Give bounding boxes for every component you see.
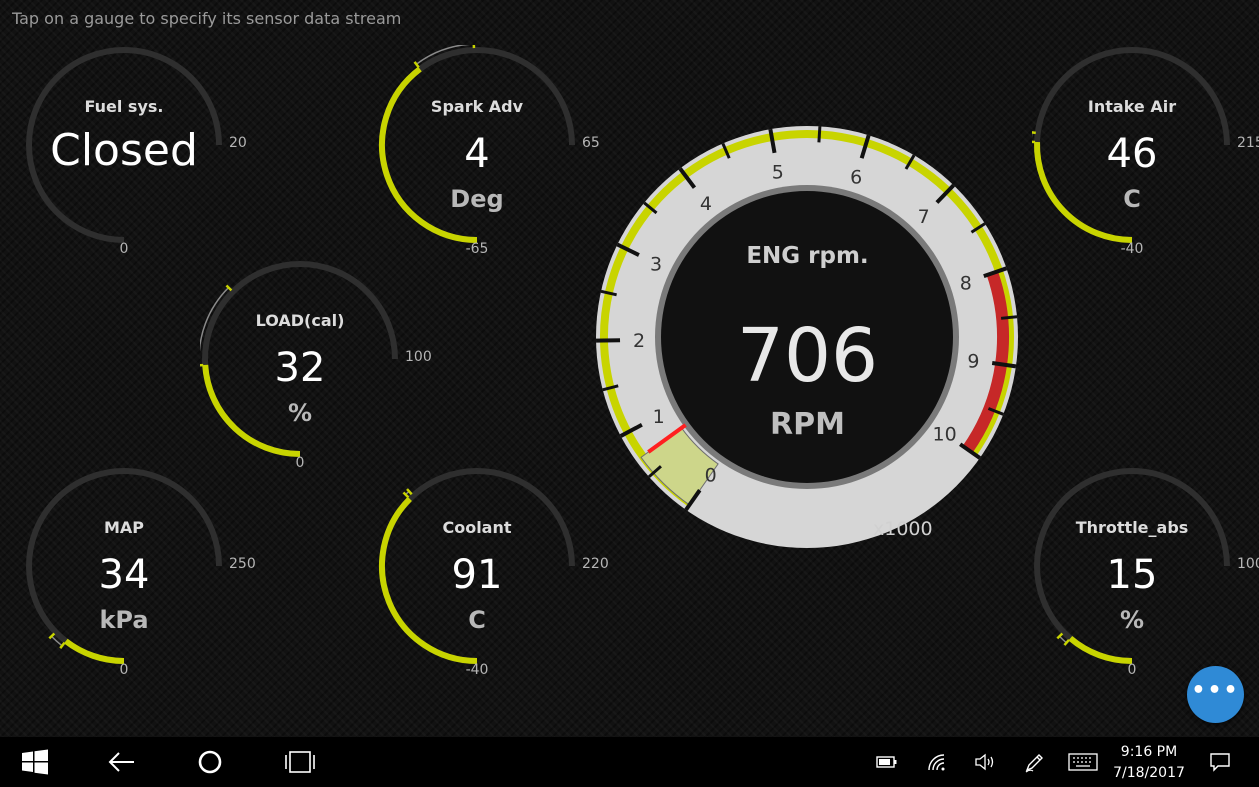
gauge-max-label: 100 bbox=[405, 349, 432, 365]
gauge-value: 4 bbox=[464, 131, 490, 177]
more-options-button[interactable]: ••• bbox=[1187, 666, 1244, 723]
gauge-title: Throttle_abs bbox=[1075, 518, 1189, 537]
pen-icon bbox=[1025, 754, 1043, 773]
task-view-button[interactable] bbox=[278, 737, 322, 787]
rpm-value: 706 bbox=[736, 313, 879, 399]
gauge-title: Spark Adv bbox=[430, 97, 524, 116]
gauge-max-label: 215 bbox=[1237, 135, 1259, 151]
map-gauge[interactable]: MAP 34 kPa 250 0 bbox=[24, 466, 264, 706]
touch-keyboard-button[interactable] bbox=[1064, 737, 1102, 787]
gauge-min-label: -65 bbox=[465, 241, 489, 257]
gauge-value: 46 bbox=[1106, 131, 1158, 177]
circle-icon bbox=[198, 750, 222, 774]
action-center-button[interactable] bbox=[1200, 737, 1240, 787]
gauge-unit: Deg bbox=[450, 185, 504, 213]
gauge-min-label: 0 bbox=[119, 241, 129, 257]
rpm-scale-label: 4 bbox=[700, 193, 712, 215]
rpm-scale-label: 7 bbox=[918, 206, 930, 228]
gauge-value-arc bbox=[63, 638, 125, 664]
back-arrow-icon bbox=[108, 752, 134, 772]
rpm-scale-label: 0 bbox=[705, 465, 717, 487]
gauge-title: Coolant bbox=[442, 518, 512, 537]
gauge-max-label: 100 bbox=[1237, 556, 1259, 572]
cortana-button[interactable] bbox=[188, 737, 232, 787]
gauge-max-label: 20 bbox=[229, 135, 247, 151]
gauge-min-label: 0 bbox=[119, 662, 129, 678]
task-view-icon bbox=[285, 751, 315, 773]
gauge-unit: C bbox=[468, 606, 486, 634]
rpm-unit: RPM bbox=[770, 407, 845, 442]
gauge-title: Intake Air bbox=[1087, 97, 1177, 116]
start-button[interactable] bbox=[14, 737, 56, 787]
gauge-peak-marker bbox=[1063, 638, 1070, 646]
gauge-value-arc bbox=[1068, 635, 1133, 664]
volume-button[interactable] bbox=[968, 737, 1002, 787]
back-button[interactable] bbox=[100, 737, 144, 787]
battery-icon bbox=[876, 756, 897, 768]
clock-time: 9:16 PM bbox=[1120, 744, 1178, 760]
gauge-unit: % bbox=[1119, 606, 1145, 634]
gauge-unit: C bbox=[1123, 185, 1141, 213]
rpm-scale-label: 6 bbox=[850, 166, 862, 188]
gauge-title: Fuel sys. bbox=[84, 97, 164, 116]
gauge-peak-marker bbox=[59, 641, 66, 649]
network-button[interactable] bbox=[920, 737, 954, 787]
gauge-min-label: -40 bbox=[1120, 241, 1144, 257]
more-icon: ••• bbox=[1191, 678, 1240, 703]
instruction-text: Tap on a gauge to specify its sensor dat… bbox=[12, 9, 402, 28]
gauge-unit: kPa bbox=[99, 606, 149, 634]
clock-date: 7/18/2017 bbox=[1113, 765, 1185, 781]
taskbar: 9:16 PM 7/18/2017 bbox=[0, 737, 1259, 787]
coolant-gauge[interactable]: Coolant 91 C 220 -40 bbox=[377, 466, 617, 706]
gauge-value: 15 bbox=[1106, 552, 1158, 598]
battery-button[interactable] bbox=[870, 737, 904, 787]
gauge-title: LOAD(cal) bbox=[255, 311, 345, 330]
clock[interactable]: 9:16 PM 7/18/2017 bbox=[1105, 742, 1193, 784]
gauge-value: 32 bbox=[274, 345, 326, 391]
rpm-title: ENG rpm. bbox=[746, 243, 869, 269]
rpm-tick bbox=[817, 126, 822, 143]
pen-workspace-button[interactable] bbox=[1018, 737, 1052, 787]
gauge-unit: % bbox=[287, 399, 313, 427]
engine-rpm-gauge[interactable]: 0 1 2 3 4 5 6 7 8 9 10 ENG rpm. 706 RPM x1000 bbox=[595, 125, 1020, 550]
rpm-scale-label: 5 bbox=[772, 162, 784, 184]
gauge-value: Closed bbox=[50, 125, 198, 176]
spark-advance-gauge[interactable]: Spark Adv 4 Deg 65 -65 bbox=[377, 45, 617, 285]
speaker-icon bbox=[975, 753, 994, 771]
windows-logo-icon bbox=[22, 749, 48, 775]
keyboard-icon bbox=[1068, 753, 1098, 771]
gauge-title: MAP bbox=[103, 518, 145, 537]
rpm-multiplier-label: x1000 bbox=[873, 518, 933, 540]
notification-icon bbox=[1210, 753, 1230, 772]
gauge-value: 34 bbox=[98, 552, 150, 598]
gauge-max-label: 220 bbox=[582, 556, 609, 572]
intake-air-gauge[interactable]: Intake Air 46 C 215 -40 bbox=[1032, 45, 1259, 285]
rpm-scale-label: 8 bbox=[960, 272, 972, 294]
wifi-icon bbox=[928, 754, 945, 771]
load-gauge[interactable]: LOAD(cal) 32 % 100 0 bbox=[200, 259, 440, 499]
fuel-system-gauge[interactable]: Fuel sys. Closed 20 0 bbox=[24, 45, 264, 285]
gauge-value: 91 bbox=[451, 552, 503, 598]
gauge-min-label: -40 bbox=[465, 662, 489, 678]
gauge-max-label: 250 bbox=[229, 556, 256, 572]
